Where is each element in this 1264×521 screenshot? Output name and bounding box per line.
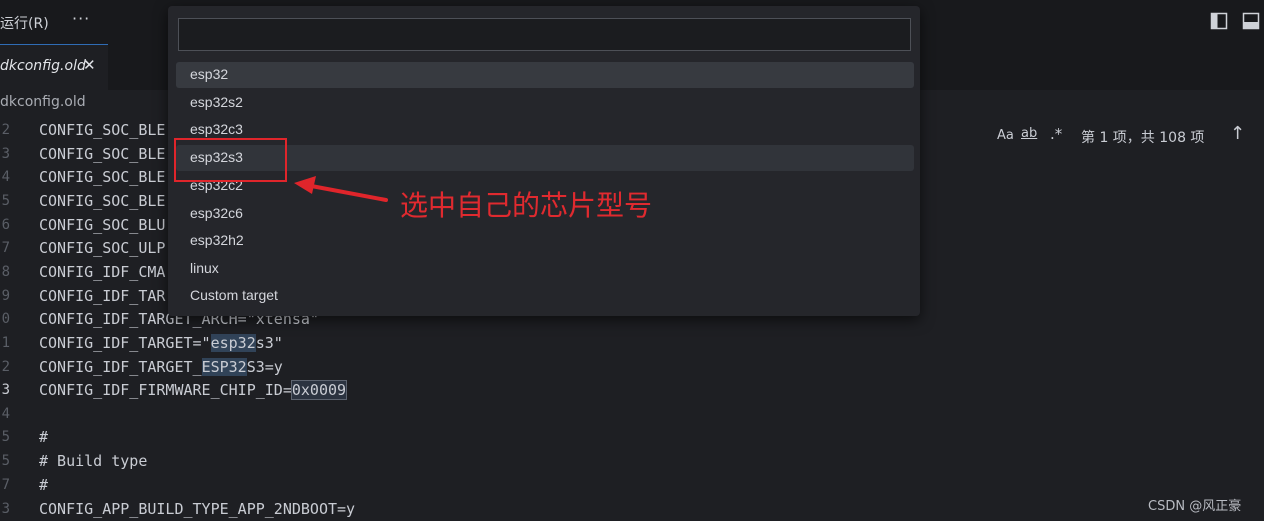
line-number: 3	[1, 501, 10, 517]
item-label: esp32	[190, 66, 229, 82]
quick-pick-item-custom-target[interactable]: Custom target	[176, 283, 914, 309]
menu-run[interactable]: 运行(R)	[0, 13, 49, 33]
code-line: 2 CONFIG_IDF_TARGET_ESP32S3=y	[0, 355, 1264, 379]
code-segment: s3"	[255, 334, 283, 352]
line-number: 3	[1, 146, 10, 162]
quick-pick-item-esp32s2[interactable]: esp32s2	[176, 90, 914, 116]
item-label: esp32h2	[190, 232, 244, 248]
tab-title: dkconfig.old	[0, 58, 86, 74]
code-segment: S3=y	[246, 358, 283, 376]
code-text: #	[39, 476, 49, 494]
match-case-icon[interactable]: Aa	[997, 128, 1014, 143]
line-number: 6	[1, 217, 10, 233]
item-label: linux	[190, 260, 219, 276]
item-label: esp32s2	[190, 94, 243, 110]
line-number: 2	[1, 122, 10, 138]
code-text: CONFIG_SOC_BLE	[39, 192, 166, 210]
code-text: CONFIG_SOC_ULP	[39, 239, 166, 257]
annotation-text: 选中自己的芯片型号	[400, 189, 653, 222]
code-line: 4	[0, 402, 1264, 426]
code-segment: CONFIG_IDF_TARGET_	[39, 358, 202, 376]
arrow-up-icon[interactable]: ↑	[1230, 123, 1245, 144]
whole-word-icon[interactable]: ab	[1021, 126, 1037, 141]
item-label: esp32c6	[190, 205, 243, 221]
code-text: CONFIG_IDF_TAR	[39, 287, 166, 305]
search-match: ESP32	[201, 358, 247, 376]
line-number: 8	[1, 264, 10, 280]
code-line: 7 #	[0, 473, 1264, 497]
line-number: 4	[1, 406, 10, 422]
code-text: # Build type	[39, 452, 148, 470]
code-line: 1 CONFIG_IDF_TARGET="esp32s3"	[0, 331, 1264, 355]
code-line-current: 3 CONFIG_IDF_FIRMWARE_CHIP_ID=0x0009	[0, 378, 1264, 402]
line-number: 7	[1, 477, 10, 493]
code-text: CONFIG_IDF_TARGET="esp32s3"	[39, 331, 283, 355]
line-number: 9	[1, 288, 10, 304]
code-line: 5 # Build type	[0, 449, 1264, 473]
quick-pick-input[interactable]	[178, 18, 911, 51]
code-segment: CONFIG_IDF_FIRMWARE_CHIP_ID=	[39, 381, 292, 399]
line-number: 3	[1, 382, 10, 398]
line-number: 4	[1, 169, 10, 185]
breadcrumb[interactable]: dkconfig.old	[0, 94, 86, 110]
code-line: 3 CONFIG_APP_BUILD_TYPE_APP_2NDBOOT=y	[0, 497, 1264, 521]
regex-icon[interactable]: .*	[1050, 125, 1062, 143]
watermark: CSDN @风正豪	[1148, 499, 1242, 514]
highlight-box	[174, 138, 287, 182]
more-menu-icon[interactable]: ···	[72, 9, 90, 28]
line-number: 0	[1, 311, 10, 327]
code-segment: CONFIG_IDF_TARGET="	[39, 334, 211, 352]
code-text: CONFIG_IDF_FIRMWARE_CHIP_ID=0x0009	[39, 378, 348, 402]
line-number: 2	[1, 359, 10, 375]
line-number: 7	[1, 240, 10, 256]
code-text: CONFIG_APP_BUILD_TYPE_APP_2NDBOOT=y	[39, 500, 356, 518]
quick-pick-item-linux[interactable]: linux	[176, 256, 914, 282]
code-text: CONFIG_IDF_CMA	[39, 263, 166, 281]
code-text: #	[39, 428, 49, 446]
toggle-panel-icon[interactable]	[1242, 12, 1260, 30]
find-widget: Aa ab .* 第 1 项，共 108 项 ↑	[990, 120, 1264, 150]
arrow-left-icon	[294, 176, 388, 202]
item-label: Custom target	[190, 287, 278, 303]
close-icon[interactable]: ✕	[83, 56, 96, 74]
code-text: CONFIG_SOC_BLE	[39, 168, 166, 186]
item-label: esp32c3	[190, 121, 243, 137]
match-count: 第 1 项，共 108 项	[1081, 130, 1205, 146]
line-number: 5	[1, 193, 10, 209]
line-number: 1	[1, 335, 10, 351]
code-text: CONFIG_SOC_BLE	[39, 121, 166, 139]
selection-highlight: 0x0009	[290, 380, 348, 400]
code-text: CONFIG_SOC_BLE	[39, 145, 166, 163]
search-match: esp32	[210, 334, 256, 352]
line-number: 5	[1, 429, 10, 445]
line-number: 5	[1, 453, 10, 469]
quick-pick-item-esp32h2[interactable]: esp32h2	[176, 228, 914, 254]
code-line: 5 #	[0, 425, 1264, 449]
code-text: CONFIG_IDF_TARGET_ESP32S3=y	[39, 355, 283, 379]
code-text: CONFIG_SOC_BLU	[39, 216, 166, 234]
quick-pick-item-esp32[interactable]: esp32	[176, 62, 914, 88]
toggle-sidebar-icon[interactable]	[1210, 12, 1228, 30]
editor-tab[interactable]: dkconfig.old ✕	[0, 44, 108, 90]
